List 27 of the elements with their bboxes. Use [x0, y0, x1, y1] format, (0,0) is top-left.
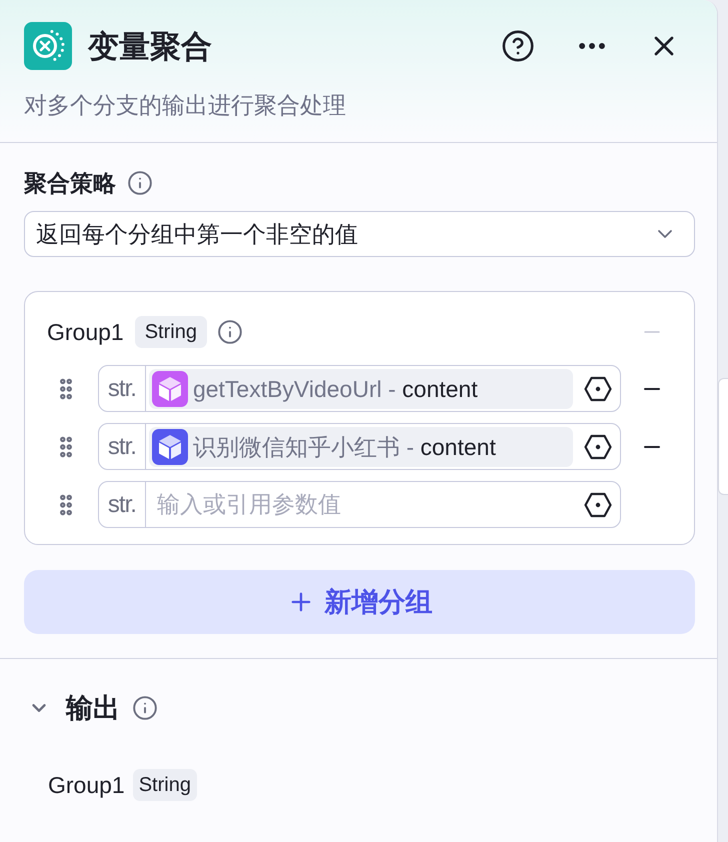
- type-prefix: str.: [98, 482, 146, 527]
- type-prefix: str.: [98, 366, 146, 411]
- variable-logo-icon: [24, 22, 72, 70]
- add-group-button[interactable]: 新增分组: [24, 570, 695, 634]
- info-icon[interactable]: [127, 170, 153, 196]
- hexagon-icon[interactable]: [584, 434, 612, 460]
- output-title: 输出: [66, 692, 120, 725]
- variable-input-field[interactable]: str. 识别微信知乎小红书 - content: [98, 423, 621, 470]
- type-badge: String: [132, 769, 197, 801]
- group-name: Group1: [47, 318, 124, 347]
- value-input[interactable]: 输入或引用参数值: [146, 484, 576, 524]
- panel-description: 对多个分支的输出进行聚合处理: [24, 91, 347, 120]
- variable-input-field[interactable]: str. getTextByVideoUrl - content: [98, 365, 621, 412]
- variable-input-field[interactable]: str. 输入或引用参数值: [98, 481, 622, 528]
- variable-reference-text: 识别微信知乎小红书 - content: [192, 432, 496, 462]
- type-prefix: str.: [98, 424, 146, 469]
- type-badge: String: [134, 316, 207, 348]
- panel-title: 变量聚合: [88, 30, 212, 62]
- info-icon[interactable]: [132, 695, 158, 721]
- strategy-select[interactable]: 返回每个分组中第一个非空的值: [24, 211, 695, 257]
- strategy-label: 聚合策略: [24, 168, 116, 198]
- variable-reference-text: getTextByVideoUrl - content: [192, 374, 478, 404]
- hexagon-icon[interactable]: [584, 492, 612, 518]
- info-icon[interactable]: [216, 319, 243, 345]
- output-name: Group1: [48, 770, 125, 800]
- hexagon-icon[interactable]: [584, 376, 612, 402]
- help-icon[interactable]: [501, 29, 535, 63]
